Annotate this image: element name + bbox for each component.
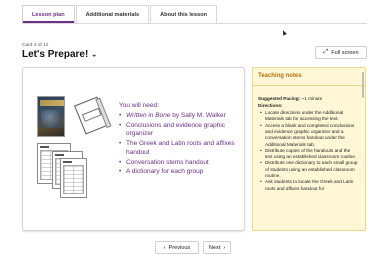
tab-divider [22,23,367,24]
notes-scrollbar[interactable] [361,72,364,98]
previous-label: Previous [168,244,191,251]
next-button[interactable]: Next › [203,241,231,254]
page-title: Let's Prepare! [22,49,89,60]
chevron-right-icon: › [223,244,226,251]
previous-button[interactable]: ‹ Previous [155,241,199,254]
materials-heading: You will need: [119,102,159,109]
list-item: A dictionary for each group [119,168,239,177]
mouse-cursor-icon [281,29,287,36]
pacing-line: Suggested Pacing: ~1 minute [258,96,323,101]
list-item: Locate directions under the Additional M… [258,110,358,123]
notes-title: Teaching notes [258,73,302,79]
tab-lesson-plan[interactable]: Lesson plan [22,5,75,23]
list-item: Distribute one dictionary to each small … [258,160,358,179]
chevron-left-icon: ‹ [163,244,166,251]
next-label: Next [208,244,221,251]
handout-image [60,158,87,198]
list-item: Conversation stems handout [119,159,239,168]
list-item: Conclusions and evidence graphic organiz… [119,122,239,139]
list-item: Written in Bone by Sally M. Walker [119,112,239,121]
list-item: The Greek and Latin roots and affixes ha… [119,140,239,157]
list-item: Ask students to locate the Greek and Lat… [258,179,358,192]
fullscreen-button[interactable]: ⤢ Full screen [315,46,367,59]
list-item: Access a blank and completed conclusions… [258,123,358,148]
tab-about-lesson[interactable]: About this lesson [150,5,218,23]
list-item: Distribute copies of the handouts and th… [258,148,358,161]
tab-additional-materials[interactable]: Additional materials [75,5,150,23]
lesson-tabs: Lesson plan Additional materials About t… [22,5,218,28]
card-title-dropdown[interactable]: Let's Prepare! ⌄ [22,49,97,60]
pagination: ‹ Previous Next › [155,241,231,254]
expand-icon: ⤢ [323,49,329,55]
book-cover-image [37,96,65,137]
materials-list: You will need: Written in Bone by Sally … [119,101,239,178]
notes-body: Suggested Pacing: ~1 minute Directions: … [258,96,358,192]
card-counter: Card 4 of 12 [22,43,49,48]
fullscreen-label: Full screen [331,49,359,56]
teaching-notes-panel[interactable]: Teaching notes Suggested Pacing: ~1 minu… [252,67,366,231]
directions-label: Directions: [258,103,283,109]
chevron-down-icon: ⌄ [91,51,98,59]
notes-divider [253,85,365,86]
